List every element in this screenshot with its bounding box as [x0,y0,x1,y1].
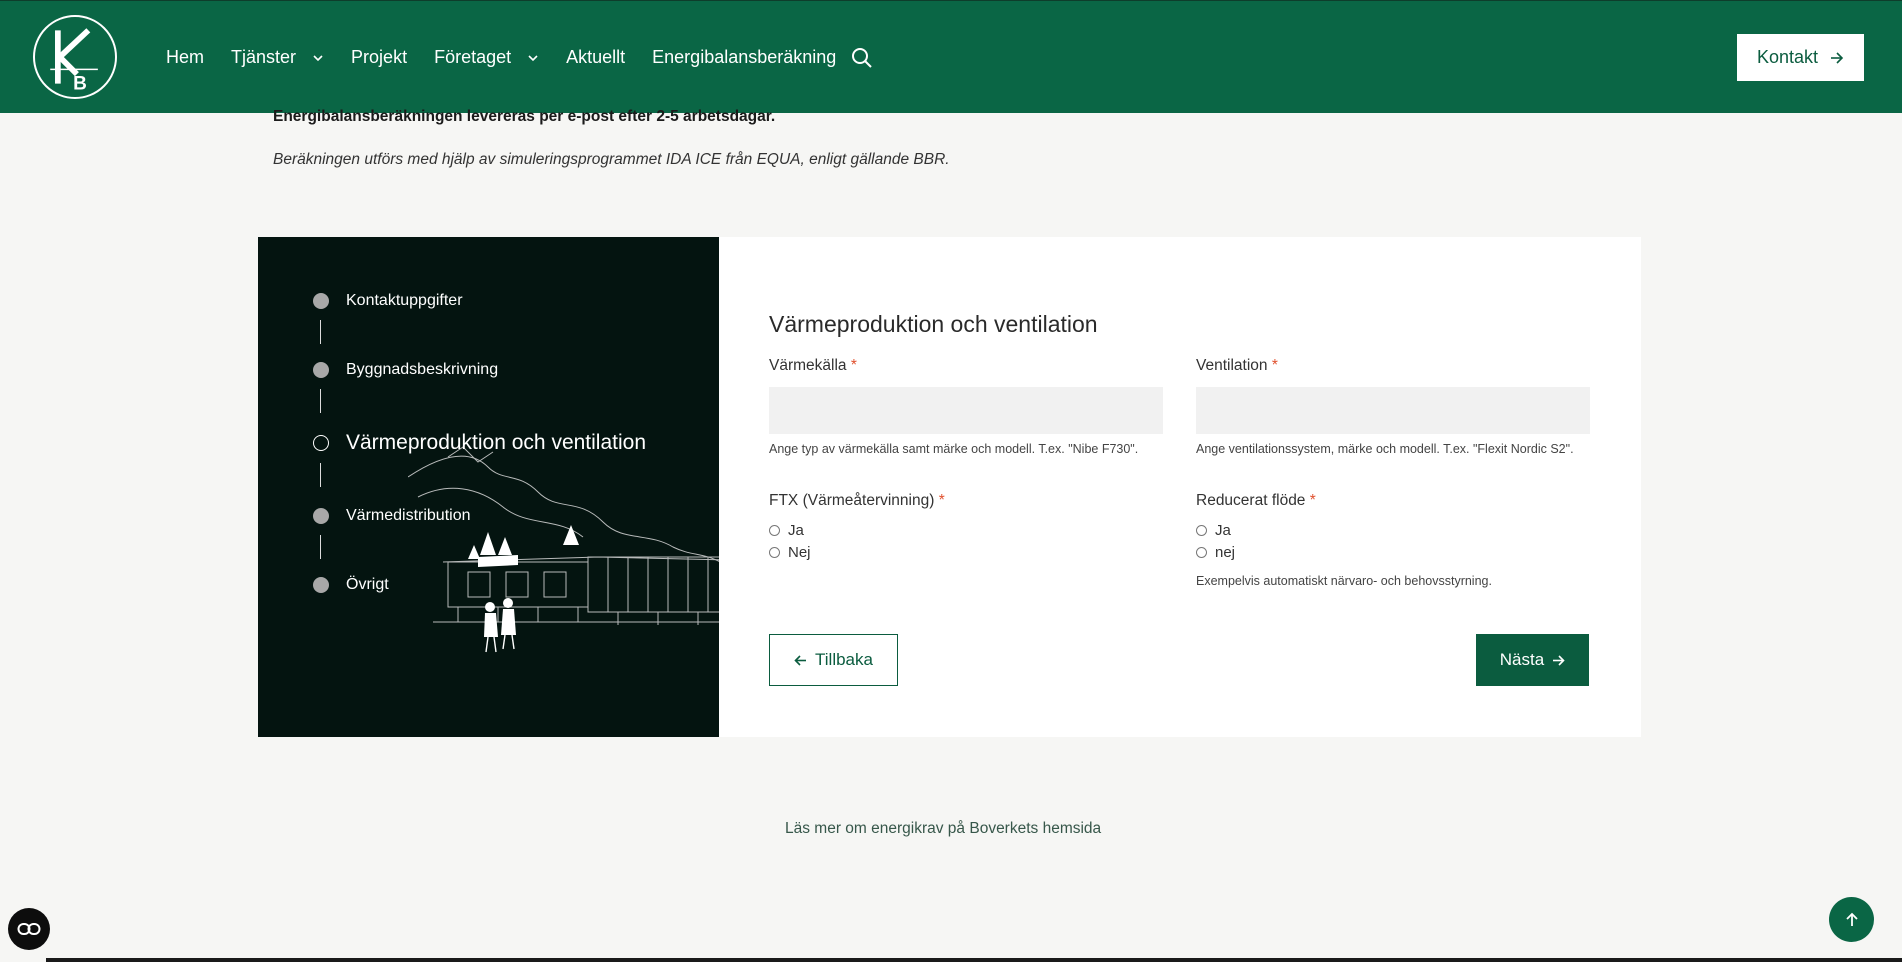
delivery-note: Energibalansberäkningen levereras per e-… [273,108,776,125]
back-button-label: Tillbaka [815,650,873,669]
next-button-label: Nästa [1499,650,1545,669]
required-mark: * [1309,492,1316,509]
heat-source-label-text: Värmekälla [769,357,847,374]
heat-source-input[interactable] [769,387,1163,434]
steps-panel: Kontaktuppgifter Byggnadsbeskrivning Vär… [258,237,719,737]
step-heat-distribution[interactable]: Värmedistribution [313,507,471,525]
form-area: Värmeproduktion och ventilation Värmekäl… [719,237,1641,737]
ventilation-input[interactable] [1196,387,1590,434]
step-connector [320,320,321,344]
radio-button[interactable] [1196,547,1207,558]
nav-label: Projekt [351,47,408,67]
step-connector [320,535,321,559]
nav-item-aktuellt[interactable]: Aktuellt [566,47,625,68]
chevron-down-icon [528,54,538,61]
ftx-option-yes[interactable]: Ja [769,522,804,539]
arrow-up-icon [1845,912,1858,926]
required-mark: * [938,492,945,509]
step-heat-production-ventilation[interactable]: Värmeproduktion och ventilation [313,431,646,455]
next-button[interactable]: Nästa [1476,634,1589,686]
radio-label: Nej [788,544,811,561]
required-mark: * [850,357,857,374]
nav-label: Aktuellt [566,47,626,67]
nav-label: Hem [166,47,205,67]
radio-label: nej [1215,544,1236,561]
ftx-label-text: FTX (Värmeåtervinning) [769,492,935,509]
boverket-link[interactable]: Läs mer om energikrav på Boverkets hemsi… [785,820,1101,838]
ftx-label: FTX (Värmeåtervinning) * [769,492,945,510]
step-label: Värmedistribution [346,507,471,524]
link-icon [17,923,41,935]
arrow-right-icon [1553,654,1565,666]
step-connector [320,389,321,413]
nav-item-foretaget[interactable]: Företaget [434,47,539,68]
step-connector [320,463,321,487]
back-button[interactable]: Tillbaka [769,634,898,686]
reduced-flow-help: Exempelvis automatiskt närvaro- och beho… [1196,574,1492,588]
step-label: Övrigt [346,576,389,593]
step-indicator [313,577,329,593]
reduced-flow-option-no[interactable]: nej [1196,544,1235,561]
step-indicator-active [313,435,329,451]
nav-label: Tjänster [231,47,297,67]
main-nav: Hem Tjänster Projekt Företaget Aktuellt … [166,1,873,114]
step-indicator [313,293,329,309]
ventilation-help: Ange ventilationssystem, märke och model… [1196,442,1574,456]
ventilation-label: Ventilation * [1196,357,1278,375]
calculation-note: Beräkningen utförs med hjälp av simuleri… [273,151,950,168]
step-building-description[interactable]: Byggnadsbeskrivning [313,361,498,379]
step-label: Byggnadsbeskrivning [346,361,499,378]
reduced-flow-option-yes[interactable]: Ja [1196,522,1231,539]
chevron-down-icon [313,54,323,61]
radio-button[interactable] [769,525,780,536]
form-title: Värmeproduktion och ventilation [769,311,1098,337]
nav-item-projekt[interactable]: Projekt [351,47,407,68]
contact-button[interactable]: Kontakt [1737,34,1864,81]
reduced-flow-label-text: Reducerat flöde [1196,492,1306,509]
step-indicator [313,362,329,378]
nav-item-hem[interactable]: Hem [166,47,204,68]
nav-label: Energibalansberäkning [652,47,837,67]
heat-source-help: Ange typ av värmekälla samt märke och mo… [769,442,1139,456]
required-mark: * [1271,357,1278,374]
nav-item-energibalansberakning[interactable]: Energibalansberäkning [652,47,836,68]
search-icon[interactable] [851,47,873,69]
radio-label: Ja [788,522,804,539]
nav-item-tjanster[interactable]: Tjänster [231,47,324,68]
arrow-right-icon [1831,51,1844,64]
house-illustration [408,446,719,653]
bottom-divider [46,958,1902,962]
step-label: Värmeproduktion och ventilation [346,431,647,454]
arrow-left-icon [794,654,807,666]
heat-source-label: Värmekälla * [769,357,857,375]
ftx-option-no[interactable]: Nej [769,544,811,561]
site-header: B Hem Tjänster Projekt Företaget Aktuell… [0,0,1902,113]
scroll-to-top-button[interactable] [1829,897,1874,942]
nav-label: Företaget [434,47,512,67]
contact-button-label: Kontakt [1756,47,1819,67]
ventilation-label-text: Ventilation [1196,357,1268,374]
radio-button[interactable] [1196,525,1207,536]
step-other[interactable]: Övrigt [313,576,389,594]
reduced-flow-label: Reducerat flöde * [1196,492,1316,510]
svg-text:B: B [73,73,87,94]
radio-label: Ja [1215,522,1231,539]
step-indicator [313,508,329,524]
accessibility-button[interactable] [8,908,50,950]
radio-button[interactable] [769,547,780,558]
step-contact-details[interactable]: Kontaktuppgifter [313,292,463,310]
kb-logo[interactable]: B [33,15,117,99]
step-label: Kontaktuppgifter [346,292,463,309]
multistep-form: Kontaktuppgifter Byggnadsbeskrivning Vär… [258,237,1641,737]
